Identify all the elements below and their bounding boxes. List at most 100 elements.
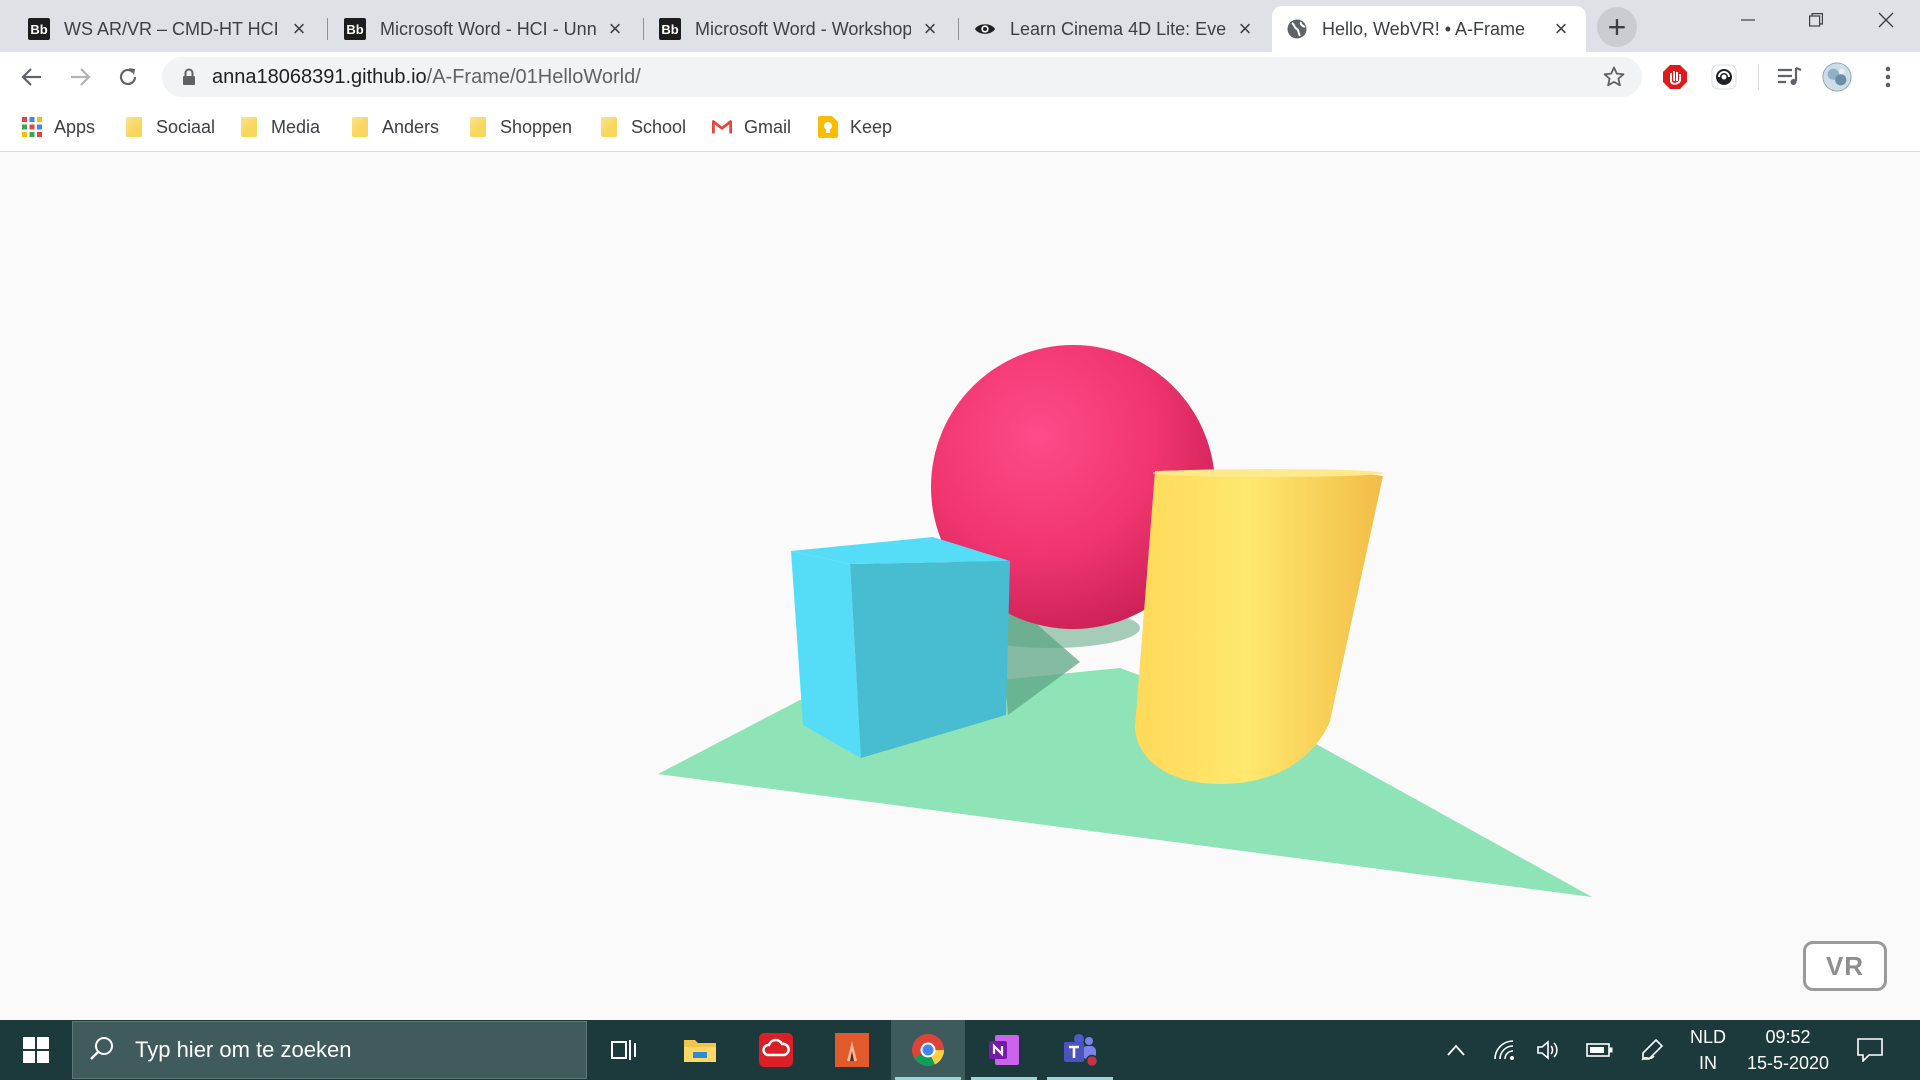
close-tab-icon[interactable]: ×: [919, 18, 941, 40]
bookmark-keep[interactable]: Keep: [818, 114, 892, 140]
tab-title: Learn Cinema 4D Lite: Every: [1010, 18, 1226, 39]
bookmark-gmail[interactable]: Gmail: [712, 114, 791, 140]
blackboard-icon: Bb: [659, 18, 681, 40]
keyboard-layout: IN: [1699, 1053, 1717, 1073]
battery-icon: [1586, 1043, 1613, 1057]
cylinder: [1135, 470, 1383, 784]
bookmark-label: Anders: [382, 116, 440, 137]
browser-toolbar: anna18068391.github.io/A-Frame/01HelloWo…: [0, 52, 1920, 102]
browser-tab-3[interactable]: Bb Microsoft Word - Workshop ×: [645, 6, 955, 52]
scene-canvas[interactable]: [0, 152, 1920, 1020]
creative-cloud-app[interactable]: [739, 1020, 813, 1080]
folder-icon: [239, 116, 259, 138]
back-button[interactable]: [12, 57, 52, 97]
chrome-app[interactable]: [891, 1020, 965, 1080]
bookmark-label: Gmail: [744, 116, 792, 137]
creative-cloud-icon: [759, 1033, 793, 1067]
extension-icon[interactable]: [1709, 62, 1739, 92]
file-explorer-app[interactable]: [663, 1020, 737, 1080]
tab-title: Microsoft Word - Workshop: [695, 18, 911, 39]
windows-start-button[interactable]: [0, 1020, 72, 1080]
forward-button[interactable]: [60, 57, 100, 97]
url-path: /A-Frame/01HelloWorld/: [426, 66, 641, 88]
close-tab-icon[interactable]: ×: [288, 18, 310, 40]
minimize-icon[interactable]: [1718, 0, 1778, 40]
address-bar[interactable]: anna18068391.github.io/A-Frame/01HelloWo…: [162, 57, 1642, 97]
chrome-menu-icon[interactable]: [1873, 62, 1903, 92]
bookmarks-bar: Apps Sociaal Media Anders Shoppen School…: [0, 102, 1920, 152]
restore-icon[interactable]: [1786, 0, 1846, 40]
sketchbook-app[interactable]: [815, 1020, 889, 1080]
teams-app[interactable]: [1043, 1020, 1117, 1080]
enter-vr-button[interactable]: VR: [1803, 941, 1887, 991]
close-tab-icon[interactable]: ×: [604, 18, 626, 40]
globe-icon: [1286, 18, 1308, 40]
task-view-icon: [611, 1040, 636, 1060]
media-control-icon[interactable]: [1774, 62, 1804, 92]
tab-strip: Bb WS AR/VR – CMD-HT HCI T × Bb Microsof…: [0, 0, 1920, 52]
webvr-scene[interactable]: VR: [0, 152, 1920, 1020]
bookmark-label: Apps: [54, 116, 96, 137]
back-arrow-icon: [21, 68, 41, 86]
bookmark-apps[interactable]: Apps: [22, 114, 95, 140]
browser-tab-2[interactable]: Bb Microsoft Word - HCI - Unn ×: [330, 6, 640, 52]
bookmark-folder-school[interactable]: School: [599, 114, 686, 140]
windows-logo-icon: [23, 1037, 49, 1063]
profile-avatar[interactable]: [1822, 62, 1852, 92]
action-center-button[interactable]: [1850, 1020, 1890, 1080]
bookmark-star-icon[interactable]: [1602, 65, 1626, 94]
url-host: anna18068391.github.io: [212, 66, 427, 88]
tab-title: Microsoft Word - HCI - Unn: [380, 18, 596, 39]
lock-icon: [182, 68, 196, 91]
folder-icon: [124, 116, 144, 138]
blackboard-icon: Bb: [344, 18, 366, 40]
teams-icon: [1064, 1034, 1098, 1067]
bookmark-label: Shoppen: [500, 116, 573, 137]
blackboard-icon: Bb: [28, 18, 50, 40]
keep-icon: [818, 116, 838, 138]
new-tab-button[interactable]: +: [1597, 7, 1637, 47]
eye-icon: [974, 18, 996, 40]
folder-icon: [599, 116, 619, 138]
show-hidden-icons-button[interactable]: [1438, 1020, 1474, 1080]
onenote-app[interactable]: [967, 1020, 1041, 1080]
task-view-button[interactable]: [587, 1020, 661, 1080]
reload-button[interactable]: [108, 57, 148, 97]
adblock-extension-icon[interactable]: [1660, 62, 1690, 92]
bookmark-folder-media[interactable]: Media: [239, 114, 320, 140]
onenote-icon: [989, 1035, 1019, 1065]
chevron-up-icon: [1447, 1044, 1465, 1056]
chrome-icon: [912, 1034, 944, 1066]
battery-status[interactable]: [1580, 1020, 1620, 1080]
folder-explorer-icon: [684, 1040, 716, 1062]
browser-tab-4[interactable]: Learn Cinema 4D Lite: Every ×: [960, 6, 1270, 52]
volume-control[interactable]: [1530, 1020, 1566, 1080]
close-tab-icon[interactable]: ×: [1550, 18, 1572, 40]
pen-icon: [1641, 1038, 1664, 1061]
url-text: anna18068391.github.io/A-Frame/01HelloWo…: [212, 66, 641, 89]
close-tab-icon[interactable]: ×: [1234, 18, 1256, 40]
browser-tab-1[interactable]: Bb WS AR/VR – CMD-HT HCI T ×: [14, 6, 324, 52]
search-placeholder: Typ hier om te zoeken: [135, 1037, 352, 1062]
bookmark-label: School: [631, 116, 687, 137]
clock[interactable]: 09:52 15-5-2020: [1740, 1024, 1836, 1076]
pen-workspace-button[interactable]: [1632, 1020, 1672, 1080]
bookmark-folder-anders[interactable]: Anders: [350, 114, 439, 140]
network-status[interactable]: [1487, 1020, 1523, 1080]
reload-icon: [119, 68, 137, 86]
speaker-icon: [1537, 1040, 1558, 1060]
bookmark-label: Media: [271, 116, 321, 137]
folder-icon: [350, 116, 370, 138]
ground-plane: [658, 668, 1592, 897]
browser-tab-5-active[interactable]: Hello, WebVR! • A-Frame ×: [1272, 6, 1586, 52]
bookmark-folder-sociaal[interactable]: Sociaal: [124, 114, 215, 140]
taskbar-search-box[interactable]: Typ hier om te zoeken: [72, 1021, 587, 1079]
wifi-icon: [1494, 1040, 1514, 1060]
bookmark-folder-shoppen[interactable]: Shoppen: [468, 114, 572, 140]
bookmark-label: Sociaal: [156, 116, 216, 137]
sketch-app-icon: [835, 1033, 869, 1067]
clock-time: 09:52: [1765, 1027, 1811, 1047]
close-window-icon[interactable]: [1856, 0, 1916, 40]
input-language[interactable]: NLD IN: [1680, 1024, 1736, 1076]
windows-taskbar: Typ hier om te zoeken NLD IN 09:52 15-5-…: [0, 1020, 1920, 1080]
